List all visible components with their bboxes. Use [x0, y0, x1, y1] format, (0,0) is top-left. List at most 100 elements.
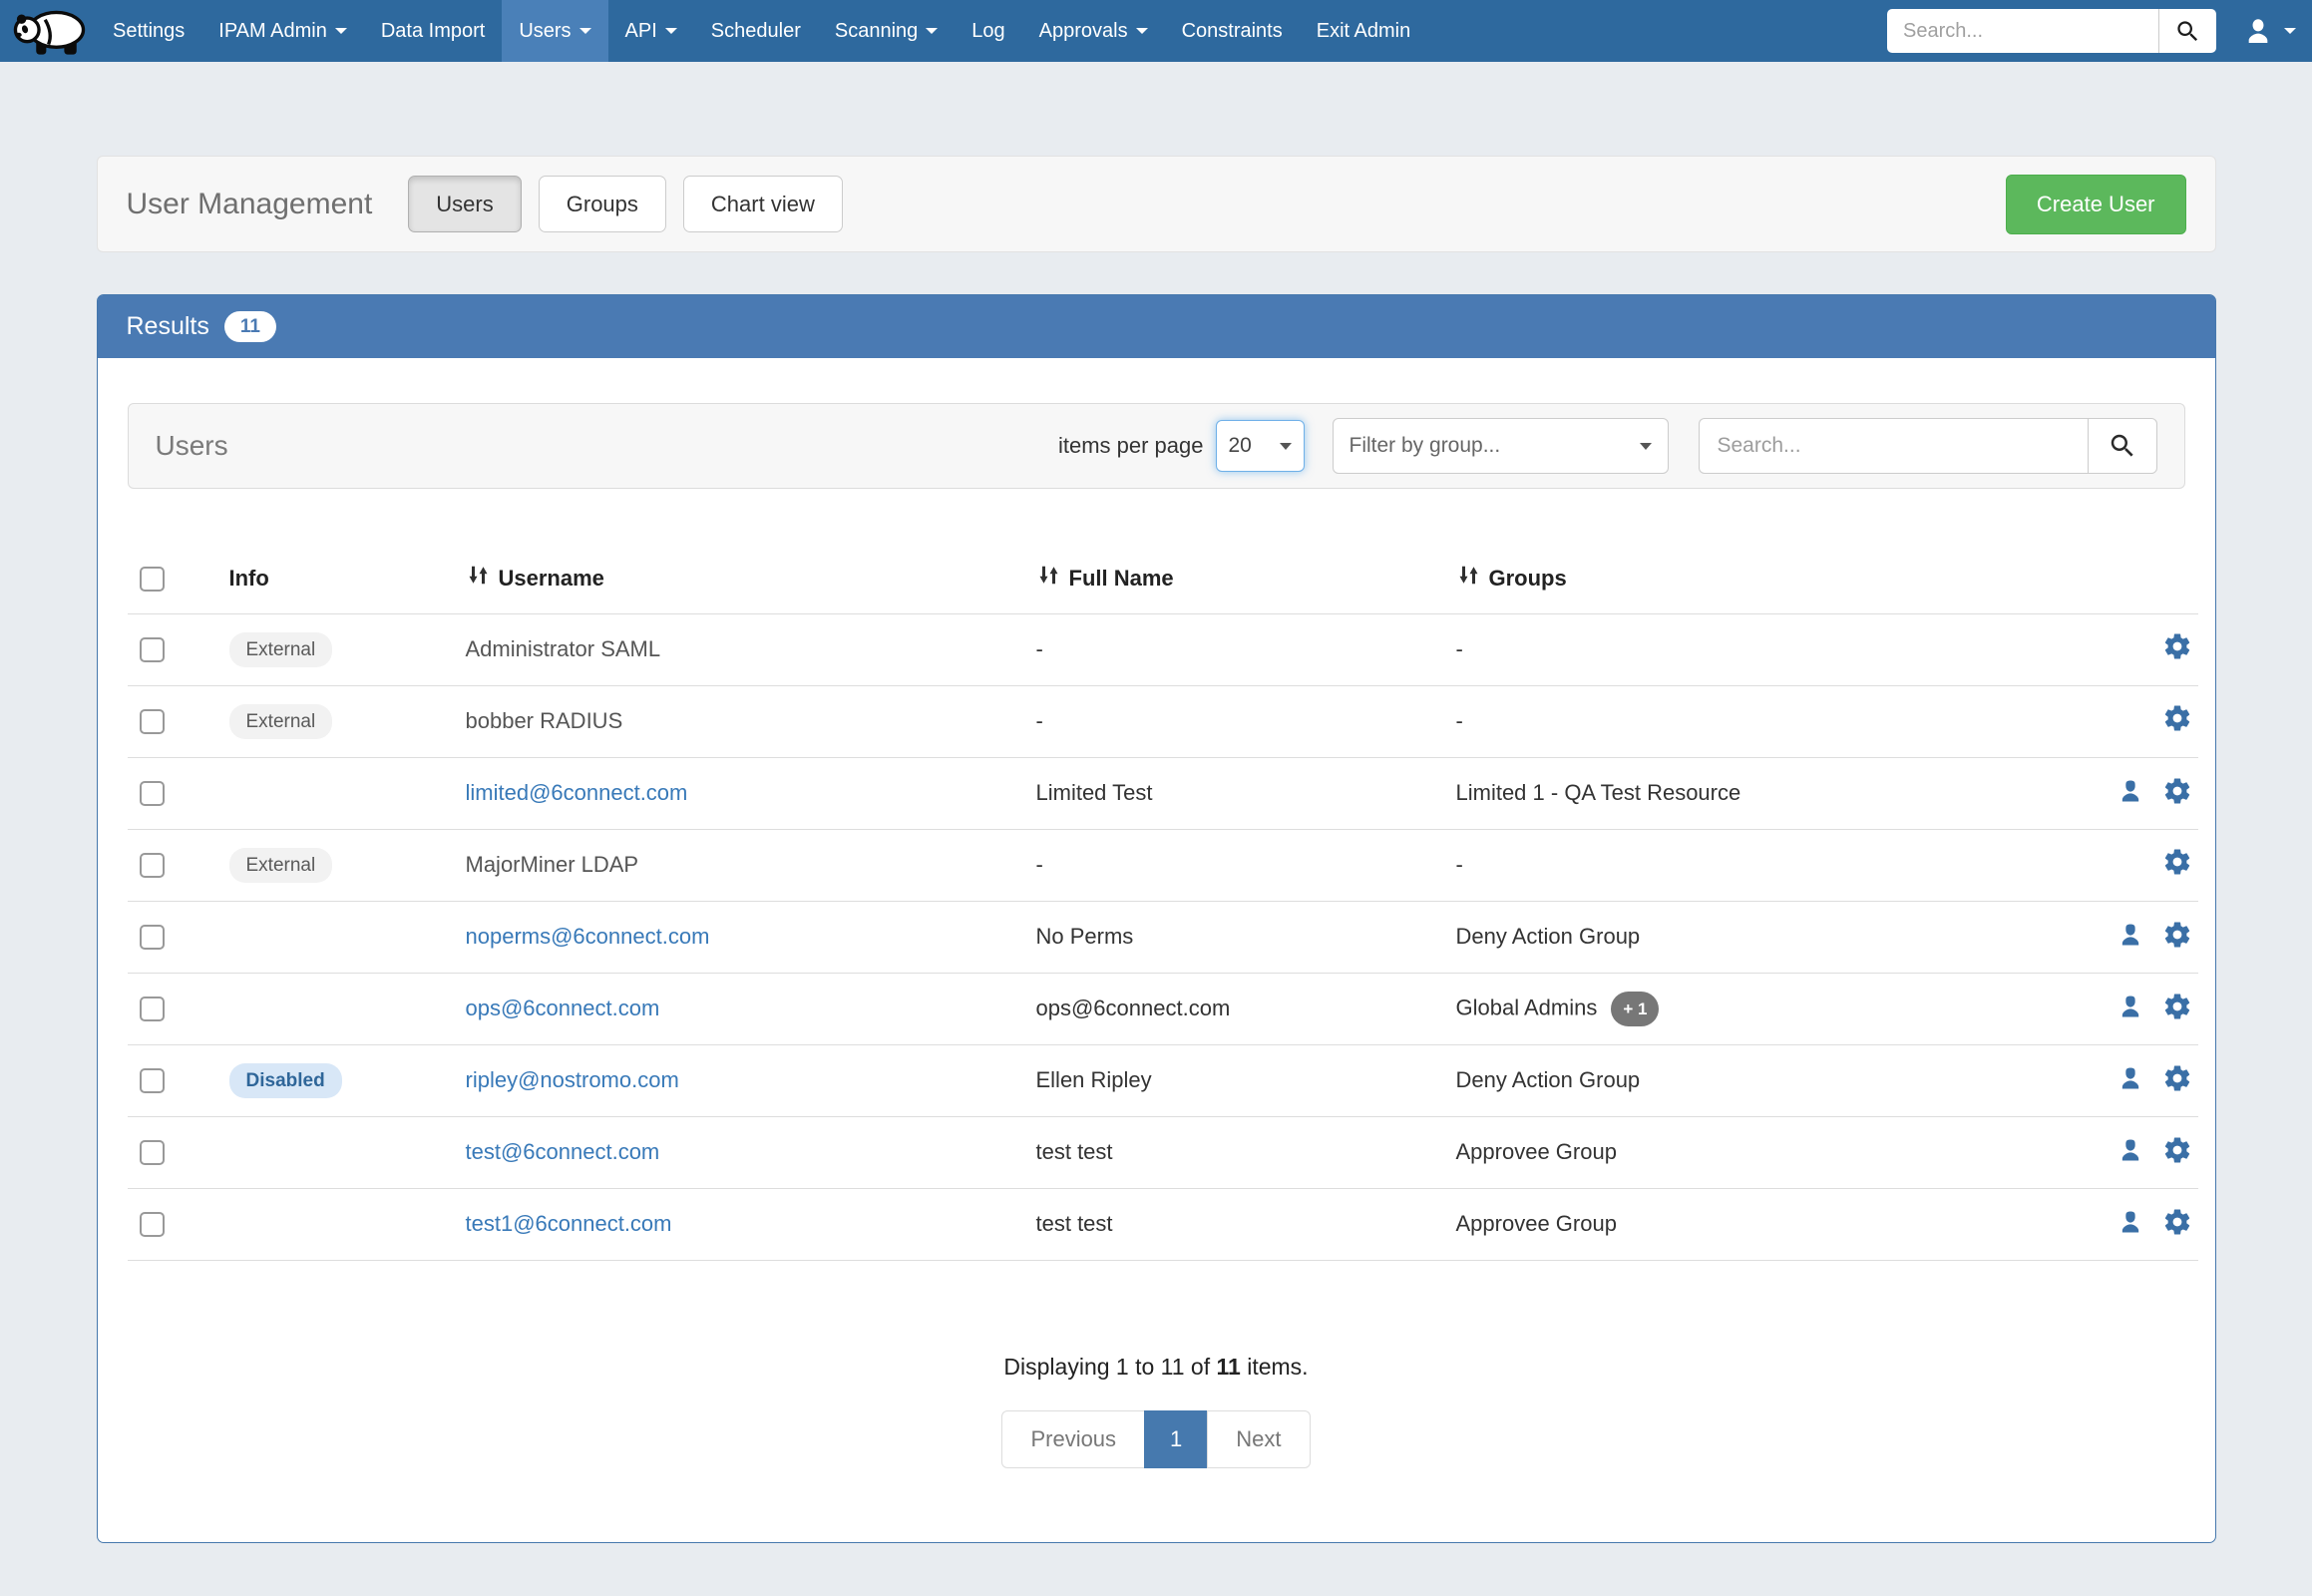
sort-icon — [466, 563, 491, 594]
displaying-summary: Displaying 1 to 11 of 11 items. — [128, 1354, 2185, 1381]
table-search-button[interactable] — [2088, 418, 2157, 474]
full-name-text: - — [1036, 636, 1043, 661]
pagination-next[interactable]: Next — [1207, 1410, 1310, 1468]
panda-logo-icon — [10, 4, 94, 58]
nav-item-exit-admin[interactable]: Exit Admin — [1300, 0, 1427, 62]
gear-icon[interactable] — [2162, 776, 2192, 806]
table-row: noperms@6connect.comNo PermsDeny Action … — [128, 901, 2198, 973]
sort-icon — [1456, 563, 1481, 594]
chevron-down-icon — [1136, 28, 1148, 34]
gear-icon[interactable] — [2162, 703, 2192, 733]
row-checkbox[interactable] — [140, 637, 165, 662]
groups-more-badge: + 1 — [1611, 992, 1659, 1026]
nav-item-scheduler[interactable]: Scheduler — [694, 0, 818, 62]
view-button-chart-view[interactable]: Chart view — [683, 176, 843, 232]
info-badge-external: External — [229, 632, 333, 667]
user-icon[interactable] — [2117, 921, 2144, 949]
username-link[interactable]: limited@6connect.com — [466, 780, 688, 805]
row-checkbox[interactable] — [140, 1068, 165, 1093]
username-link[interactable]: test@6connect.com — [466, 1139, 660, 1164]
nav-item-log[interactable]: Log — [955, 0, 1021, 62]
view-switcher: Users Groups Chart view — [408, 176, 843, 232]
user-management-panel: User Management UsersGroupsChart view Cr… — [97, 156, 2216, 252]
row-checkbox[interactable] — [140, 1212, 165, 1237]
nav-item-api[interactable]: API — [608, 0, 694, 62]
row-checkbox[interactable] — [140, 1140, 165, 1165]
nav-item-approvals[interactable]: Approvals — [1022, 0, 1165, 62]
pagination-page-1[interactable]: 1 — [1144, 1410, 1208, 1468]
column-header-username[interactable]: Username — [466, 544, 1036, 613]
user-icon[interactable] — [2117, 1064, 2144, 1092]
table-row: ops@6connect.comops@6connect.comGlobal A… — [128, 973, 2198, 1044]
username-link[interactable]: noperms@6connect.com — [466, 924, 710, 949]
full-name-text: - — [1036, 708, 1043, 733]
nav-item-label: Settings — [113, 20, 185, 43]
info-badge-external: External — [229, 848, 333, 883]
sort-icon — [1036, 563, 1061, 594]
items-per-page-value: 20 — [1229, 434, 1252, 458]
user-icon[interactable] — [2117, 993, 2144, 1020]
view-button-users[interactable]: Users — [408, 176, 521, 232]
pagination-previous[interactable]: Previous — [1001, 1410, 1145, 1468]
view-button-groups[interactable]: Groups — [539, 176, 666, 232]
items-per-page-select[interactable]: 20 — [1216, 420, 1305, 472]
filter-by-group-select[interactable]: Filter by group... — [1333, 418, 1669, 474]
username-text: MajorMiner LDAP — [466, 852, 639, 877]
nav-item-users[interactable]: Users — [502, 0, 607, 62]
nav-item-label: IPAM Admin — [218, 20, 327, 43]
table-header-row: Info Username Full Name Groups — [128, 544, 2198, 613]
navbar-search-input[interactable] — [1887, 9, 2158, 53]
groups-text: Approvee Group — [1456, 1211, 1617, 1236]
row-checkbox[interactable] — [140, 853, 165, 878]
user-icon[interactable] — [2117, 1136, 2144, 1164]
nav-item-label: Users — [519, 20, 571, 43]
gear-icon[interactable] — [2162, 992, 2192, 1021]
chevron-down-icon — [926, 28, 938, 34]
account-caret-icon — [2284, 28, 2296, 34]
gear-icon[interactable] — [2162, 1063, 2192, 1093]
nav-item-data-import[interactable]: Data Import — [364, 0, 502, 62]
gear-icon[interactable] — [2162, 1135, 2192, 1165]
pagination: Previous 1 Next — [128, 1410, 2185, 1468]
user-icon[interactable] — [2117, 1208, 2144, 1236]
gear-icon[interactable] — [2162, 1207, 2192, 1237]
users-toolbar: Users items per page 20 Filter by group.… — [128, 403, 2185, 489]
username-link[interactable]: ripley@nostromo.com — [466, 1067, 679, 1092]
nav-item-label: Data Import — [381, 20, 485, 43]
row-checkbox[interactable] — [140, 925, 165, 950]
user-icon[interactable] — [2117, 777, 2144, 805]
row-checkbox[interactable] — [140, 997, 165, 1021]
groups-text: - — [1456, 708, 1463, 733]
column-header-info: Info — [217, 544, 466, 613]
nav-item-constraints[interactable]: Constraints — [1165, 0, 1300, 62]
items-per-page-label: items per page — [1058, 433, 1204, 459]
account-menu[interactable] — [2242, 15, 2296, 47]
table-search-input[interactable] — [1699, 418, 2088, 474]
results-header: Results 11 — [98, 295, 2215, 358]
nav-item-scanning[interactable]: Scanning — [818, 0, 955, 62]
full-name-text: ops@6connect.com — [1036, 996, 1231, 1020]
username-link[interactable]: ops@6connect.com — [466, 996, 660, 1020]
navbar-search-button[interactable] — [2158, 9, 2216, 53]
groups-text: Limited 1 - QA Test Resource — [1456, 780, 1741, 805]
nav-item-label: Approvals — [1039, 20, 1128, 43]
groups-text: Deny Action Group — [1456, 1067, 1641, 1092]
create-user-button[interactable]: Create User — [2006, 175, 2186, 234]
panda-logo[interactable] — [8, 0, 96, 62]
row-checkbox[interactable] — [140, 709, 165, 734]
search-icon — [2174, 18, 2201, 45]
table-search-group — [1699, 418, 2157, 474]
user-account-icon — [2242, 15, 2274, 47]
select-all-checkbox[interactable] — [140, 567, 165, 592]
chevron-down-icon — [1280, 443, 1292, 450]
navbar-search-group — [1887, 9, 2216, 53]
nav-item-ipam-admin[interactable]: IPAM Admin — [201, 0, 364, 62]
gear-icon[interactable] — [2162, 920, 2192, 950]
username-link[interactable]: test1@6connect.com — [466, 1211, 672, 1236]
gear-icon[interactable] — [2162, 631, 2192, 661]
column-header-groups[interactable]: Groups — [1456, 544, 2059, 613]
nav-item-settings[interactable]: Settings — [96, 0, 201, 62]
column-header-fullname[interactable]: Full Name — [1036, 544, 1456, 613]
gear-icon[interactable] — [2162, 847, 2192, 877]
row-checkbox[interactable] — [140, 781, 165, 806]
